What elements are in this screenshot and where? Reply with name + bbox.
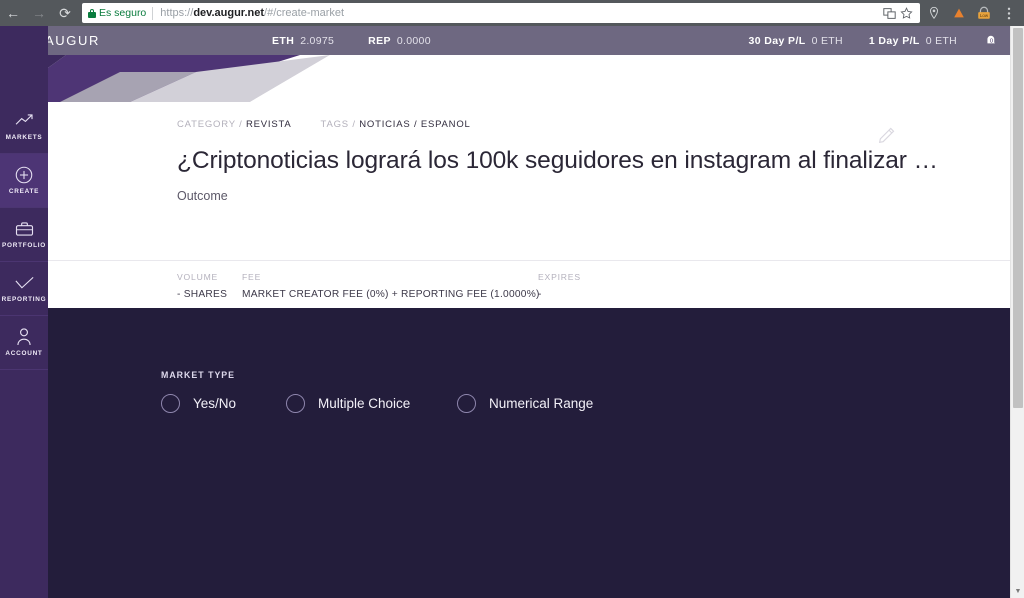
pl-30day: 30 Day P/L 0 ETH bbox=[748, 35, 842, 47]
radio-icon[interactable] bbox=[286, 394, 305, 413]
svg-text:0: 0 bbox=[990, 38, 993, 44]
radio-icon[interactable] bbox=[457, 394, 476, 413]
market-stats: VOLUME - SHARES FEE MARKET CREATOR FEE (… bbox=[177, 272, 881, 300]
trending-up-icon bbox=[15, 112, 34, 129]
brand-name: AUGUR bbox=[45, 33, 100, 48]
location-pin-icon[interactable] bbox=[926, 5, 942, 21]
market-type-options: Yes/No Multiple Choice Numerical Range bbox=[161, 394, 1010, 413]
augur-app: 30 Day P/L 0 ETH 1 Day P/L 0 ETH 0 ETH 2… bbox=[0, 26, 1024, 598]
address-bar[interactable]: Es seguro https://dev.augur.net/#/create… bbox=[82, 3, 920, 23]
market-type-label: MARKET TYPE bbox=[161, 370, 236, 380]
main-content: CATEGORY / REVISTA TAGS / NOTICIAS / ESP… bbox=[48, 26, 1010, 598]
lock-icon bbox=[88, 8, 96, 18]
pl-1day-value: 0 ETH bbox=[925, 34, 957, 47]
breadcrumb-tags-label: TAGS bbox=[320, 119, 349, 130]
svg-text:Low: Low bbox=[980, 13, 989, 18]
stat-fee: FEE MARKET CREATOR FEE (0%) + REPORTING … bbox=[242, 272, 540, 300]
sidebar-item-portfolio[interactable]: PORTFOLIO bbox=[0, 208, 48, 262]
url-text: https://dev.augur.net/#/create-market bbox=[160, 7, 344, 19]
stat-expires: EXPIRES - bbox=[538, 272, 581, 300]
pl-1day: 1 Day P/L 0 ETH bbox=[869, 35, 957, 47]
bookmark-star-icon[interactable] bbox=[899, 6, 914, 21]
breadcrumb-category[interactable]: CATEGORY / REVISTA bbox=[177, 119, 292, 130]
scrollbar-thumb[interactable] bbox=[1013, 28, 1023, 408]
market-type-option-numerical-range[interactable]: Numerical Range bbox=[457, 394, 593, 413]
market-type-panel: MARKET TYPE Yes/No Multiple Choice Numer… bbox=[48, 308, 1010, 598]
translate-icon[interactable] bbox=[882, 6, 897, 21]
omnibox-divider bbox=[152, 6, 154, 20]
pl-1day-label: 1 Day P/L bbox=[868, 34, 920, 47]
top-bar-right: 30 Day P/L 0 ETH 1 Day P/L 0 ETH 0 bbox=[748, 26, 1010, 55]
plus-circle-icon bbox=[15, 166, 34, 183]
sidebar-item-create[interactable]: CREATE bbox=[0, 154, 48, 208]
lastpass-icon[interactable]: Low bbox=[976, 5, 992, 21]
breadcrumb-category-label: CATEGORY bbox=[177, 119, 236, 130]
scroll-down-arrow-icon[interactable]: ▼ bbox=[1011, 584, 1024, 598]
stat-value: MARKET CREATOR FEE (0%) + REPORTING FEE … bbox=[242, 289, 540, 300]
sidebar-item-label: PORTFOLIO bbox=[1, 242, 47, 249]
rep-balance: REP 0.0000 bbox=[368, 35, 431, 47]
check-icon bbox=[14, 274, 34, 291]
page-scrollbar[interactable]: ▲ ▼ bbox=[1010, 26, 1024, 598]
omnibox-actions bbox=[882, 6, 916, 21]
person-icon bbox=[15, 327, 34, 345]
url-host: dev.augur.net bbox=[193, 7, 265, 19]
radio-icon[interactable] bbox=[161, 394, 180, 413]
stat-volume: VOLUME - SHARES bbox=[177, 272, 242, 300]
page-title: ¿Criptonoticias logrará los 100k seguido… bbox=[177, 147, 938, 174]
market-type-option-label: Numerical Range bbox=[489, 396, 594, 411]
rep-label: REP bbox=[368, 34, 391, 47]
market-type-option-yesno[interactable]: Yes/No bbox=[161, 394, 286, 413]
menu-kebab-icon[interactable] bbox=[1001, 5, 1017, 21]
eth-value: 2.0975 bbox=[300, 34, 335, 47]
outcome-label: Outcome bbox=[177, 189, 228, 203]
reload-icon[interactable]: ⟳ bbox=[52, 0, 78, 26]
sidebar-item-label: ACCOUNT bbox=[5, 350, 43, 357]
sidebar-item-label: REPORTING bbox=[1, 296, 47, 303]
browser-toolbar: ← → ⟳ Es seguro https://dev.augur.net/#/… bbox=[0, 0, 1024, 26]
url-path: /#/create-market bbox=[264, 7, 345, 19]
back-arrow-icon[interactable]: ← bbox=[0, 0, 26, 26]
stat-label: FEE bbox=[242, 272, 262, 282]
market-type-option-multiple-choice[interactable]: Multiple Choice bbox=[286, 394, 457, 413]
market-type-option-label: Multiple Choice bbox=[318, 396, 411, 411]
rep-value: 0.0000 bbox=[396, 34, 431, 47]
browser-extension-icons: Low bbox=[926, 5, 1024, 21]
sidebar: MARKETS CREATE PORTFOLIO REPORTING ACCOU bbox=[0, 26, 48, 598]
sidebar-item-label: CREATE bbox=[8, 188, 40, 195]
sidebar-item-account[interactable]: ACCOUNT bbox=[0, 316, 48, 370]
stat-label: VOLUME bbox=[177, 272, 219, 282]
breadcrumb: CATEGORY / REVISTA TAGS / NOTICIAS / ESP… bbox=[177, 119, 881, 130]
stat-label: EXPIRES bbox=[538, 272, 581, 282]
wallet-balances: ETH 2.0975 REP 0.0000 bbox=[272, 26, 465, 55]
market-preview-card: CATEGORY / REVISTA TAGS / NOTICIAS / ESP… bbox=[48, 100, 1010, 308]
breadcrumb-category-value: REVISTA bbox=[246, 119, 292, 130]
pl-30day-label: 30 Day P/L bbox=[748, 34, 806, 47]
bell-icon[interactable]: 0 bbox=[983, 32, 1000, 49]
stat-value: - SHARES bbox=[177, 289, 228, 300]
sidebar-item-label: MARKETS bbox=[5, 134, 43, 141]
breadcrumb-tags-value: NOTICIAS / ESPANOL bbox=[359, 119, 471, 130]
url-scheme: https:// bbox=[160, 7, 194, 19]
breadcrumb-tags[interactable]: TAGS / NOTICIAS / ESPANOL bbox=[321, 119, 471, 130]
card-divider bbox=[48, 260, 1010, 261]
sidebar-item-reporting[interactable]: REPORTING bbox=[0, 262, 48, 316]
security-status-label: Es seguro bbox=[99, 7, 147, 19]
market-type-option-label: Yes/No bbox=[193, 396, 237, 411]
sidebar-logo-spacer bbox=[0, 26, 48, 100]
pencil-edit-icon[interactable] bbox=[877, 124, 898, 145]
pl-30day-value: 0 ETH bbox=[811, 34, 843, 47]
stat-value: - bbox=[538, 289, 542, 300]
sidebar-item-markets[interactable]: MARKETS bbox=[0, 100, 48, 154]
forward-arrow-icon: → bbox=[32, 5, 46, 21]
briefcase-icon bbox=[15, 220, 34, 237]
extension-triangle-icon[interactable] bbox=[951, 5, 967, 21]
